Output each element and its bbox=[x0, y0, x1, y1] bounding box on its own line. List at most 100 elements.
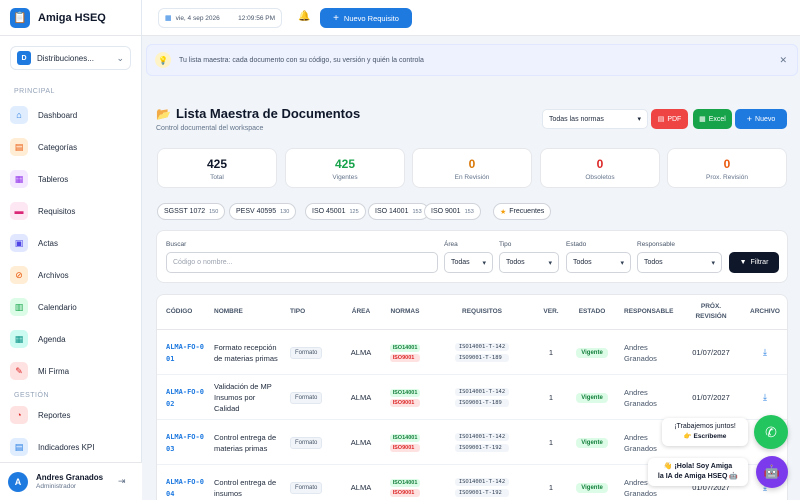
version-value: 1 bbox=[548, 393, 554, 402]
column-header[interactable]: ESTADO bbox=[575, 295, 609, 329]
stat-value: 0 bbox=[468, 157, 476, 171]
requirement-tags: ISO14001-T-142 ISO9001-T-189 bbox=[454, 343, 510, 362]
pdf-button[interactable]: ▤ PDF bbox=[651, 109, 688, 129]
sidebar-item-10[interactable]: ▤ Indicadores KPI bbox=[10, 434, 134, 460]
table-row[interactable]: ALMA-FO-001 Formato recepción de materias… bbox=[157, 330, 787, 375]
whatsapp-tooltip[interactable]: ¡Trabajemos juntos! 👉 Escríbeme bbox=[662, 418, 748, 446]
board-icon: ▦ bbox=[10, 170, 28, 188]
version-value: 1 bbox=[548, 483, 554, 492]
column-header[interactable]: VER. bbox=[542, 295, 560, 329]
norm-chip[interactable]: ISO 9001 153 bbox=[424, 203, 481, 220]
whatsapp-button[interactable]: ✆ bbox=[754, 415, 788, 449]
download-icon[interactable]: ⤓ bbox=[763, 347, 767, 358]
column-header[interactable]: ÁREA bbox=[347, 295, 375, 329]
download-icon[interactable]: ⤓ bbox=[763, 392, 767, 403]
chevron-down-icon: ▾ bbox=[548, 259, 552, 267]
column-header[interactable]: REQUISITOS bbox=[452, 295, 512, 329]
new-requirement-label: Nuevo Requisito bbox=[343, 13, 399, 23]
sidebar-item-3[interactable]: ▬ Requisitos bbox=[10, 198, 134, 224]
responsable-select[interactable]: Todos ▾ bbox=[637, 252, 722, 273]
chevron-down-icon: ▾ bbox=[620, 259, 624, 267]
norm-badges: ISO14001 ISO9001 bbox=[389, 433, 421, 452]
sidebar-item-label: Archivos bbox=[38, 270, 69, 280]
table-cell: Vigente bbox=[575, 375, 609, 420]
sidebar-item-4[interactable]: ▣ Actas bbox=[10, 230, 134, 256]
filter-panel: Buscar Código o nombre... Área Todas ▾ Ti… bbox=[156, 230, 788, 283]
sidebar-item-8[interactable]: ✎ Mi Firma bbox=[10, 358, 134, 384]
stat-label: Total bbox=[210, 174, 224, 181]
table-cell: ALMA bbox=[347, 420, 375, 465]
table-row[interactable]: ALMA-FO-002 Validación de MP Insumos por … bbox=[157, 375, 787, 420]
column-header[interactable]: CÓDIGO bbox=[166, 295, 206, 329]
stat-label: Vigentes bbox=[332, 174, 358, 181]
whatsapp-icon: ✆ bbox=[765, 423, 777, 440]
whatsapp-tooltip-line1: ¡Trabajemos juntos! bbox=[674, 423, 736, 430]
table-cell: Formato bbox=[290, 465, 334, 500]
close-icon[interactable]: ✕ bbox=[779, 55, 787, 66]
chip-label: PESV 40595 bbox=[236, 208, 277, 215]
sidebar-item-7[interactable]: ▦ Agenda bbox=[10, 326, 134, 352]
sidebar-item-label: Calendario bbox=[38, 302, 77, 312]
bell-icon[interactable]: 🔔 bbox=[298, 11, 310, 22]
norm-chip[interactable]: PESV 40595 130 bbox=[229, 203, 297, 220]
next-review-date: 01/07/2027 bbox=[692, 393, 730, 402]
requirement-tag: ISO9001-T-189 bbox=[454, 399, 510, 407]
user-panel: A Andres Granados Administrador ⇥ bbox=[0, 462, 142, 500]
norm-chip[interactable]: ISO 45001 125 bbox=[305, 203, 366, 220]
norm-chip[interactable]: SGSST 1072 150 bbox=[157, 203, 226, 220]
document-code[interactable]: ALMA-FO-002 bbox=[166, 386, 204, 410]
column-header[interactable]: ARCHIVO bbox=[747, 295, 783, 329]
column-header[interactable]: PRÓX. REVISIÓN bbox=[685, 295, 737, 329]
requirement-tag: ISO9001-T-192 bbox=[454, 444, 510, 452]
table-cell: 1 bbox=[542, 465, 560, 500]
filter-button[interactable]: ▼ Filtrar bbox=[729, 252, 779, 273]
sidebar-item-9[interactable]: ◔ Reportes bbox=[10, 402, 134, 428]
norm-chip[interactable]: ISO 14001 153 bbox=[368, 203, 429, 220]
estado-select[interactable]: Todos ▾ bbox=[566, 252, 631, 273]
avatar[interactable]: A bbox=[8, 471, 28, 492]
sidebar-item-0[interactable]: ⌂ Dashboard bbox=[10, 102, 134, 128]
norm-filter-select[interactable]: Todas las normas ▾ bbox=[542, 109, 648, 129]
document-name: Validación de MP Insumos por Calidad bbox=[214, 382, 272, 413]
new-requirement-button[interactable]: + Nuevo Requisito bbox=[320, 8, 412, 28]
sidebar-item-2[interactable]: ▦ Tableros bbox=[10, 166, 134, 192]
banner-text: Tu lista maestra: cada documento con su … bbox=[179, 56, 424, 64]
column-header[interactable]: TIPO bbox=[290, 295, 334, 329]
document-code[interactable]: ALMA-FO-003 bbox=[166, 431, 204, 455]
new-document-button[interactable]: + Nuevo bbox=[735, 109, 787, 129]
calendar-icon: ▥ bbox=[10, 298, 28, 316]
sidebar-item-5[interactable]: ⊘ Archivos bbox=[10, 262, 134, 288]
next-review-date: 01/07/2027 bbox=[692, 348, 730, 357]
section-label-principal: PRINCIPAL bbox=[14, 88, 55, 95]
tipo-select[interactable]: Todos ▾ bbox=[499, 252, 559, 273]
excel-button[interactable]: ▦ Excel bbox=[693, 109, 732, 129]
funnel-icon: ▼ bbox=[739, 259, 747, 266]
stat-card: 0 En Revisión bbox=[412, 148, 532, 188]
document-code[interactable]: ALMA-FO-004 bbox=[166, 476, 204, 500]
document-code[interactable]: ALMA-FO-001 bbox=[166, 341, 204, 365]
ai-assistant-button[interactable]: 🤖 bbox=[756, 456, 788, 488]
ai-tooltip[interactable]: 👋 ¡Hola! Soy Amiga la IA de Amiga HSEQ 🤖 bbox=[648, 458, 748, 486]
workspace-selector[interactable]: D Distribuciones... ⌄ bbox=[10, 46, 131, 70]
signature-icon: ✎ bbox=[10, 362, 28, 380]
area-select[interactable]: Todas ▾ bbox=[444, 252, 493, 273]
column-header[interactable]: NOMBRE bbox=[214, 295, 282, 329]
table-cell: 1 bbox=[542, 375, 560, 420]
chevron-down-icon: ▾ bbox=[637, 116, 641, 123]
sidebar-item-6[interactable]: ▥ Calendario bbox=[10, 294, 134, 320]
column-header[interactable]: NORMAS bbox=[385, 295, 425, 329]
table-cell: ALMA-FO-001 bbox=[166, 330, 206, 375]
norm-badge: ISO14001 bbox=[389, 388, 421, 397]
page-subtitle: Control documental del workspace bbox=[156, 125, 264, 132]
search-input[interactable]: Código o nombre... bbox=[166, 252, 438, 273]
stat-label: En Revisión bbox=[454, 174, 490, 181]
norm-badge: ISO9001 bbox=[389, 488, 421, 497]
logout-icon[interactable]: ⇥ bbox=[118, 476, 132, 487]
sidebar-item-1[interactable]: ▤ Categorías bbox=[10, 134, 134, 160]
stat-card: 425 Vigentes bbox=[285, 148, 405, 188]
column-header[interactable]: RESPONSABLE bbox=[624, 295, 674, 329]
type-badge: Formato bbox=[290, 481, 323, 494]
norm-chip[interactable]: ★ Frecuentes bbox=[493, 203, 552, 220]
excel-label: Excel bbox=[708, 115, 726, 123]
norm-badge: ISO9001 bbox=[389, 398, 421, 407]
